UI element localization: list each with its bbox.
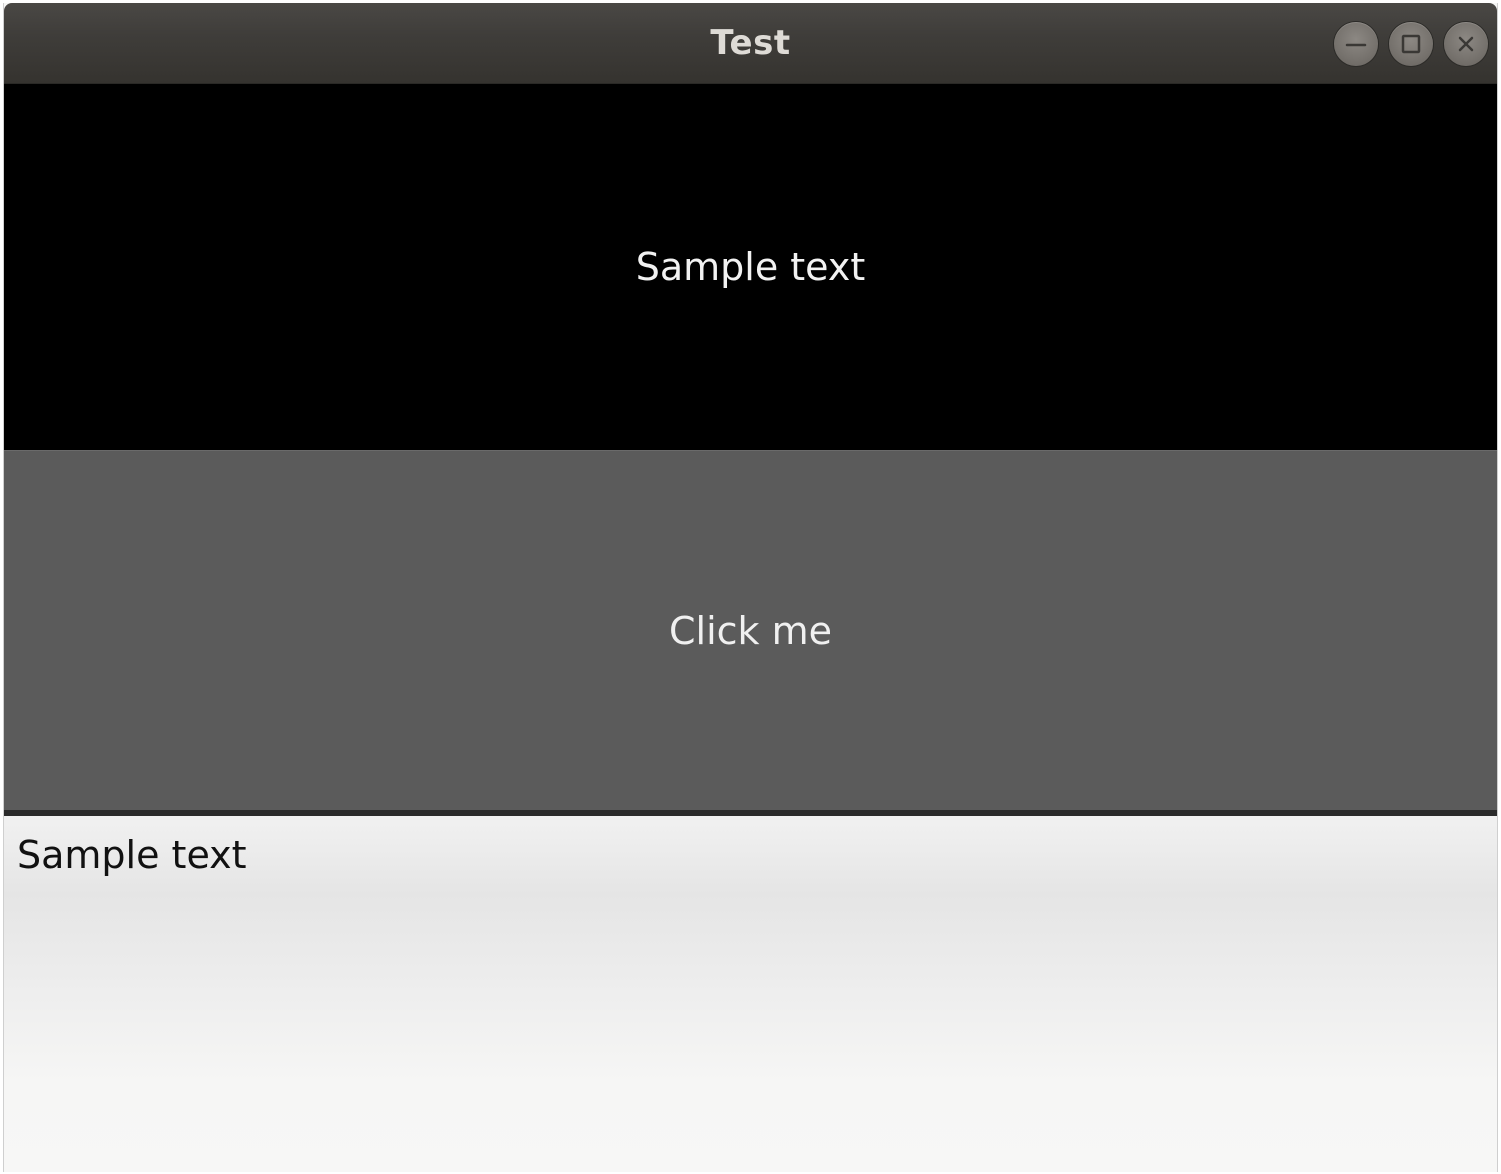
top-label-text: Sample text — [635, 245, 866, 289]
close-button[interactable] — [1444, 22, 1488, 66]
minimize-icon — [1345, 43, 1367, 47]
minimize-button[interactable] — [1334, 22, 1378, 66]
top-label-panel: Sample text — [4, 84, 1497, 450]
maximize-button[interactable] — [1389, 22, 1433, 66]
click-me-button-label: Click me — [668, 608, 833, 653]
bottom-label-panel: Sample text — [4, 816, 1497, 1172]
maximize-icon — [1401, 34, 1421, 54]
app-window: Test Sample text Click me Sample text — [3, 3, 1498, 1172]
click-me-button[interactable]: Click me — [4, 450, 1497, 816]
title-bar[interactable]: Test — [4, 3, 1497, 84]
close-icon — [1458, 36, 1474, 52]
bottom-label-text: Sample text — [17, 833, 247, 877]
window-title: Test — [710, 23, 791, 63]
